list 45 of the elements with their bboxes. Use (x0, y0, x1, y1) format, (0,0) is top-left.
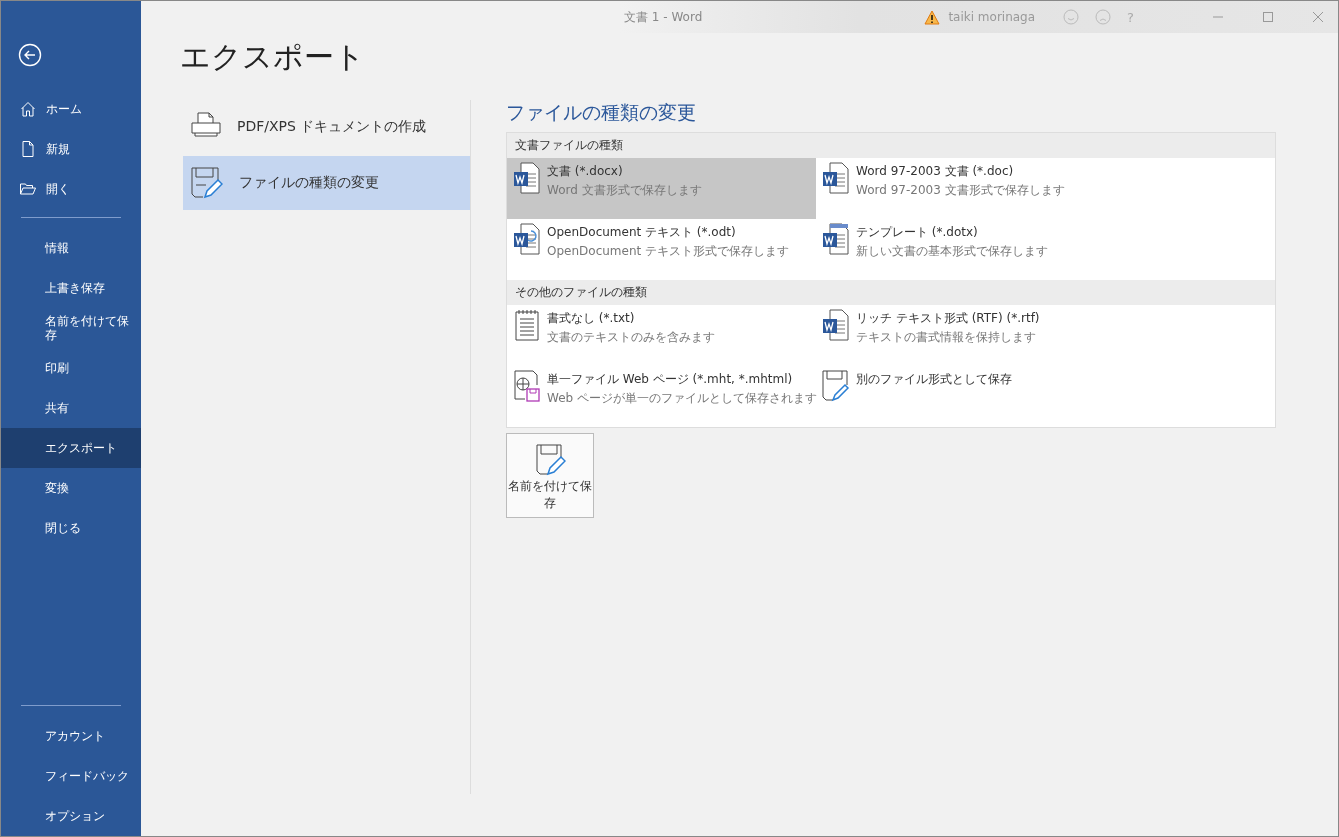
sidebar-item[interactable]: フィードバック (1, 756, 141, 796)
file-type-item[interactable]: Word 97-2003 文書 (*.doc) Word 97-2003 文書形式で保存します (816, 158, 1275, 219)
sidebar-item[interactable]: 上書き保存 (1, 268, 141, 308)
file-type-item[interactable]: OpenDocument テキスト (*.odt) OpenDocument テキスト形式で保存します (507, 219, 816, 280)
sidebar-item[interactable]: 変換 (1, 468, 141, 508)
page-title: エクスポート (180, 38, 366, 76)
file-type-item[interactable]: 別のファイル形式として保存 (816, 366, 1275, 427)
file-type-name: 文書 (*.docx) (547, 163, 624, 180)
file-type-name: 書式なし (*.txt) (547, 310, 636, 327)
sidebar-item[interactable]: エクスポート (1, 428, 141, 468)
file-type-item[interactable]: 書式なし (*.txt) 文書のテキストのみを含みます (507, 305, 816, 366)
sidebar-item[interactable]: 情報 (1, 228, 141, 268)
sidebar-item[interactable]: 閉じる (1, 508, 141, 548)
file-type-description: 文書のテキストのみを含みます (547, 329, 715, 346)
sidebar-item[interactable]: オプション (1, 796, 141, 836)
export-option[interactable]: ファイルの種類の変更 (183, 156, 470, 210)
window-title: 文書 1 - Word (624, 8, 703, 26)
file-type-description: Word 文書形式で保存します (547, 182, 702, 199)
file-type-item[interactable]: テンプレート (*.dotx) 新しい文書の基本形式で保存します (816, 219, 1275, 280)
section-heading: ファイルの種類の変更 (506, 100, 697, 125)
file-type-description: テキストの書式情報を保持します (856, 329, 1037, 346)
sidebar-item[interactable]: ホーム (1, 89, 141, 129)
file-type-name: OpenDocument テキスト (*.odt) (547, 224, 737, 241)
sidebar-item[interactable]: 名前を付けて保存 (1, 308, 141, 348)
file-type-description: Web ページが単一のファイルとして保存されます (547, 390, 817, 407)
group-header: その他のファイルの種類 (507, 280, 1275, 305)
file-type-description: OpenDocument テキスト形式で保存します (547, 243, 790, 260)
file-type-name: Word 97-2003 文書 (*.doc) (856, 163, 1015, 180)
file-type-name: テンプレート (*.dotx) (856, 224, 979, 241)
save-as-button[interactable]: 名前を付けて保存 (506, 433, 594, 518)
file-type-name: 別のファイル形式として保存 (856, 371, 1012, 388)
file-type-description: Word 97-2003 文書形式で保存します (856, 182, 1065, 199)
sidebar-item[interactable]: 開く (1, 169, 141, 209)
sidebar-item[interactable]: アカウント (1, 716, 141, 756)
file-type-name: 単一ファイル Web ページ (*.mht, *.mhtml) (547, 371, 794, 388)
sidebar-item[interactable]: 新規 (1, 129, 141, 169)
file-type-description: 新しい文書の基本形式で保存します (856, 243, 1048, 260)
file-type-name: リッチ テキスト形式 (RTF) (*.rtf) (856, 310, 1040, 327)
file-type-item[interactable]: 単一ファイル Web ページ (*.mht, *.mhtml) Web ページが単一のファイルとして保存されます (507, 366, 816, 427)
file-type-item[interactable]: リッチ テキスト形式 (RTF) (*.rtf) テキストの書式情報を保持します (816, 305, 1275, 366)
group-header: 文書ファイルの種類 (507, 133, 1275, 158)
sidebar-item[interactable]: 印刷 (1, 348, 141, 388)
file-type-item[interactable]: 文書 (*.docx) Word 文書形式で保存します (507, 158, 816, 219)
sidebar-item[interactable]: 共有 (1, 388, 141, 428)
export-option[interactable]: PDF/XPS ドキュメントの作成 (183, 100, 470, 154)
